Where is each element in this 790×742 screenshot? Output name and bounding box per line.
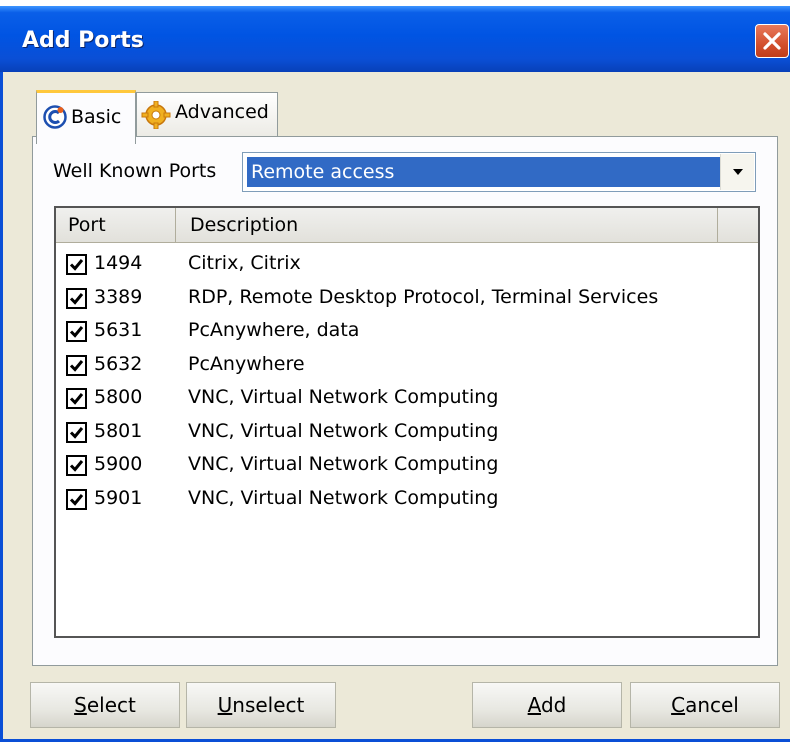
row-checkbox[interactable] <box>66 488 87 510</box>
row-port: 5800 <box>94 386 143 408</box>
row-checkbox[interactable] <box>66 254 87 275</box>
row-checkbox[interactable] <box>66 455 87 476</box>
row-port: 3389 <box>94 285 143 308</box>
row-description: Citrix, Citrix <box>188 252 301 274</box>
unselect-button-mnemonic: U <box>217 693 233 717</box>
unselect-button-label: nselect <box>232 693 305 717</box>
c-logo-icon <box>43 105 67 134</box>
checkmark-icon <box>69 359 84 372</box>
checkmark-icon <box>69 460 84 472</box>
select-button-mnemonic: S <box>74 693 87 717</box>
row-description: VNC, Virtual Network Computing <box>188 453 499 475</box>
checkmark-icon <box>69 393 84 405</box>
row-port: 5632 <box>94 352 143 375</box>
checkmark-icon <box>69 259 84 271</box>
table-row[interactable]: 5801 VNC, Virtual Network Computing <box>56 416 756 450</box>
gear-icon <box>141 100 171 134</box>
row-description: VNC, Virtual Network Computing <box>188 419 499 442</box>
column-header-description[interactable]: Description <box>176 208 718 242</box>
row-port: 1494 <box>94 252 143 274</box>
checkmark-icon <box>69 493 84 506</box>
add-button-mnemonic: A <box>527 693 541 717</box>
cancel-button[interactable]: Cancel <box>630 682 780 728</box>
add-button[interactable]: Add <box>472 682 622 728</box>
tab-advanced-label: Advanced <box>175 101 269 123</box>
table-row[interactable]: 5631 PcAnywhere, data <box>56 315 756 349</box>
row-description: VNC, Virtual Network Computing <box>188 486 499 509</box>
window-title: Add Ports <box>22 28 144 53</box>
row-checkbox[interactable] <box>66 388 87 409</box>
table-row[interactable]: 1494 Citrix, Citrix <box>56 248 756 282</box>
row-description: PcAnywhere, data <box>188 319 360 341</box>
table-row[interactable]: 5800 VNC, Virtual Network Computing <box>56 382 756 416</box>
ports-list[interactable]: Port Description 1494 Citrix, Citrix 3389 R… <box>54 206 760 638</box>
close-button[interactable] <box>755 24 789 58</box>
row-description: VNC, Virtual Network Computing <box>188 386 499 408</box>
well-known-ports-label: Well Known Ports <box>53 160 217 182</box>
well-known-ports-value: Remote access <box>247 157 721 187</box>
tab-basic[interactable]: Basic <box>36 90 136 144</box>
row-checkbox[interactable] <box>66 287 87 309</box>
close-icon <box>763 32 781 50</box>
table-row[interactable]: 5632 PcAnywhere <box>56 349 756 383</box>
row-port: 5901 <box>94 486 143 509</box>
tab-advanced[interactable]: Advanced <box>136 92 278 136</box>
row-checkbox[interactable] <box>66 354 87 376</box>
add-button-label: dd <box>540 693 567 717</box>
dropdown-button[interactable] <box>720 154 754 190</box>
table-row[interactable]: 3389 RDP, Remote Desktop Protocol, Termin… <box>56 282 756 316</box>
column-header-filler <box>718 208 758 242</box>
row-description: RDP, Remote Desktop Protocol, Terminal S… <box>188 285 659 308</box>
table-row[interactable]: 5900 VNC, Virtual Network Computing <box>56 449 756 483</box>
row-checkbox[interactable] <box>66 321 87 342</box>
row-checkbox[interactable] <box>66 421 87 443</box>
cancel-button-label: ancel <box>685 693 739 717</box>
well-known-ports-select[interactable]: Remote access <box>242 152 756 192</box>
chevron-down-icon <box>733 169 743 175</box>
window-frame-left <box>0 72 3 742</box>
unselect-button[interactable]: Unselect <box>186 682 336 728</box>
row-description: PcAnywhere <box>188 352 305 375</box>
row-port: 5801 <box>94 419 143 442</box>
column-header-port[interactable]: Port <box>56 208 176 242</box>
cancel-button-mnemonic: C <box>671 693 686 717</box>
tab-basic-label: Basic <box>71 106 122 128</box>
checkmark-icon <box>69 326 84 338</box>
checkmark-icon <box>69 292 84 305</box>
checkmark-icon <box>69 426 84 439</box>
table-row[interactable]: 5901 VNC, Virtual Network Computing <box>56 483 756 517</box>
list-header: Port Description <box>56 208 758 243</box>
row-port: 5900 <box>94 453 143 475</box>
select-button-label: elect <box>86 693 136 717</box>
title-bar[interactable]: Add Ports <box>0 6 790 72</box>
row-port: 5631 <box>94 319 143 341</box>
select-button[interactable]: Select <box>30 682 180 728</box>
